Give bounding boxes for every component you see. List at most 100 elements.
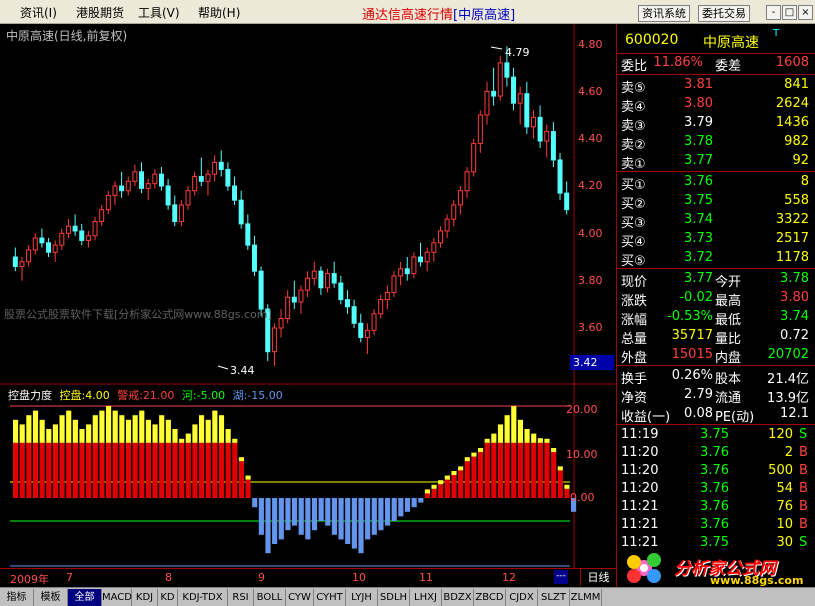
fundamental-value: 12.1 <box>780 406 809 421</box>
menu-item-help[interactable]: 帮助(H) <box>198 4 240 21</box>
bid-price: 3.73 <box>684 231 713 246</box>
indicator-bar-yellow <box>451 471 457 475</box>
candle-body <box>530 116 536 128</box>
candle-body <box>145 183 151 189</box>
indicator-bar-red <box>59 442 65 498</box>
indicator-bar-blue <box>331 498 337 535</box>
indicator-bar-blue <box>298 498 304 535</box>
period-label[interactable]: 日线 <box>580 568 616 586</box>
indicator-bar-blue <box>411 498 417 508</box>
tab-kd[interactable]: KD <box>158 589 178 606</box>
tab-rsi[interactable]: RSI <box>228 589 254 606</box>
tick-time: 11:21 <box>621 499 659 514</box>
candle-body <box>524 93 530 128</box>
candle-body <box>464 171 470 192</box>
indicator-bar-blue <box>265 498 271 554</box>
quote-label: 最高 <box>715 294 742 309</box>
tab-kdj-tdx[interactable]: KDJ-TDX <box>178 589 228 606</box>
menu-item-info[interactable]: 资讯(I) <box>20 4 57 21</box>
indicator-bar-red <box>92 442 98 498</box>
candle-body <box>139 171 145 189</box>
candle-body <box>19 261 25 267</box>
tab-sdlh[interactable]: SDLH <box>378 589 410 606</box>
tab-cyw[interactable]: CYW <box>286 589 314 606</box>
menu-item-tools[interactable]: 工具(V) <box>138 4 180 21</box>
stock-flag: T <box>773 28 780 39</box>
indicator-bar-red <box>99 442 105 498</box>
candle-body <box>99 209 105 223</box>
tab-kdj[interactable]: KDJ <box>132 589 158 606</box>
tab-indicator[interactable]: 指标 <box>0 589 34 606</box>
tab-lhxj[interactable]: LHXJ <box>410 589 442 606</box>
indicator-bar-red <box>517 442 523 498</box>
trade-button[interactable]: 委托交易 <box>698 5 750 22</box>
tick-row: 11:21 3.76 10 B <box>617 517 815 535</box>
indicator-bar-blue <box>311 498 318 531</box>
menu-item-hk-futures[interactable]: 港股期货 <box>76 4 124 21</box>
y-tick: 3.80 <box>578 274 603 287</box>
candle-body <box>418 256 424 263</box>
candle-body <box>79 230 85 241</box>
ask-row-3: 卖③ 3.79 1436 <box>617 114 815 134</box>
indicator-bar-red <box>438 484 444 498</box>
tab-macd[interactable]: MACD <box>102 589 132 606</box>
indicator-bar-red <box>511 442 517 498</box>
tab-cjdx[interactable]: CJDX <box>506 589 538 606</box>
candle-body <box>178 204 184 222</box>
indicator-bar-yellow <box>13 419 19 443</box>
bid-label: 买① <box>621 178 646 193</box>
indicator-bar-blue <box>418 498 424 503</box>
indicator-bar-red <box>119 442 125 498</box>
quote-label: 内盘 <box>715 351 742 366</box>
indicator-bar-red <box>458 470 464 498</box>
indicator-bar-yellow <box>212 410 218 443</box>
candle-body <box>85 235 91 241</box>
tick-row: 11:20 3.76 54 B <box>617 481 815 499</box>
y-tick: 4.80 <box>578 38 603 51</box>
tab-zbcd[interactable]: ZBCD <box>474 589 506 606</box>
tab-all[interactable]: 全部 <box>68 589 102 606</box>
indicator-bar-blue <box>305 498 311 540</box>
indicator-bar-blue <box>252 498 258 508</box>
indicator-bar-blue <box>365 498 371 540</box>
tab-zlmm[interactable]: ZLMM <box>570 589 602 606</box>
tab-lyjh[interactable]: LYJH <box>346 589 378 606</box>
tab-slzt[interactable]: SLZT <box>538 589 570 606</box>
ask-price: 3.81 <box>684 77 713 92</box>
indicator-bar-yellow <box>424 489 430 494</box>
indicator-bar-blue <box>371 498 377 535</box>
indicator-bar-yellow <box>172 429 178 443</box>
candle-body <box>65 225 71 234</box>
indicator-bar-blue <box>292 498 298 526</box>
indicator-bar-red <box>199 442 205 498</box>
tab-cyht[interactable]: CYHT <box>314 589 346 606</box>
fundamental-value: 2.79 <box>684 387 713 402</box>
indicator-bar-red <box>504 442 510 498</box>
close-button[interactable]: × <box>798 5 813 20</box>
app-title: 通达信高速行情[中原高速] <box>362 4 515 23</box>
info-system-button[interactable]: 资讯系统 <box>638 5 690 22</box>
candle-body <box>125 180 131 192</box>
date-label: 7 <box>66 571 73 584</box>
indicator-tick: 10.00 <box>566 448 598 461</box>
tab-boll[interactable]: BOLL <box>254 589 286 606</box>
chart-area[interactable]: 中原高速(日线,前复权) 4.79 3.44 4.80 4.60 4.40 4.… <box>0 24 616 588</box>
y-tick: 4.20 <box>578 179 603 192</box>
indicator-bar-yellow <box>79 429 85 443</box>
menu-bar: 资讯(I) 港股期货 工具(V) 帮助(H) 通达信高速行情[中原高速] 资讯系… <box>0 0 815 24</box>
indicator-bar-blue <box>385 498 391 526</box>
tab-template[interactable]: 模板 <box>34 589 68 606</box>
quote-label: 现价 <box>621 275 648 290</box>
tick-time: 11:20 <box>621 463 659 478</box>
minimize-button[interactable]: - <box>766 5 781 20</box>
bid-label: 买④ <box>621 235 646 250</box>
fundamental-value: 13.9亿 <box>767 391 809 406</box>
tab-bdzx[interactable]: BDZX <box>442 589 474 606</box>
indicator-bar-yellow <box>471 452 477 457</box>
maximize-button[interactable]: □ <box>782 5 797 20</box>
indicator-bar-blue <box>404 498 411 512</box>
quote-value: -0.53% <box>667 309 713 324</box>
indicator-bar-yellow <box>52 424 58 443</box>
scroll-marker[interactable]: --- <box>554 570 568 584</box>
y-tick: 4.40 <box>578 132 603 145</box>
